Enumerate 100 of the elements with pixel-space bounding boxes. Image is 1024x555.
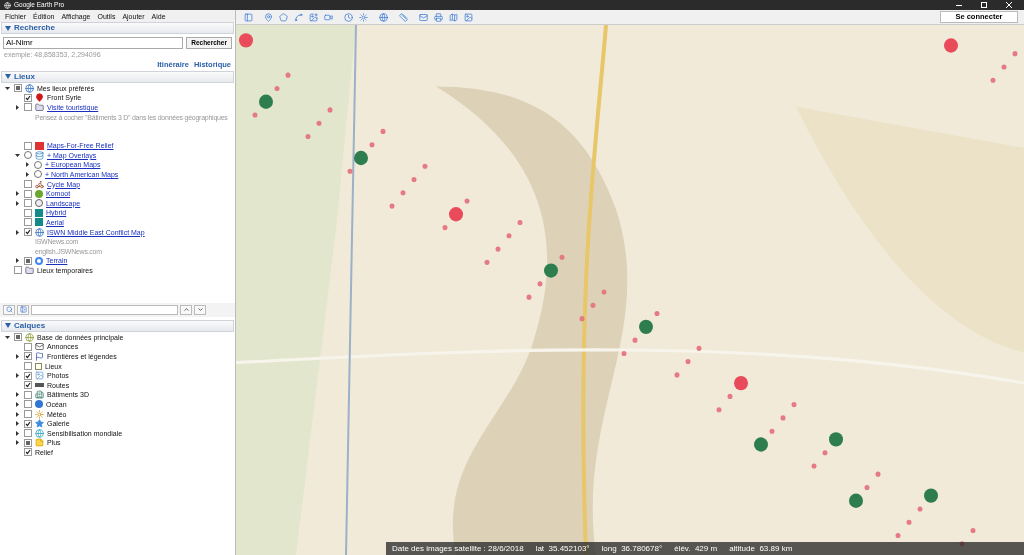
sidebar-toggle-icon[interactable]	[242, 11, 254, 23]
sun-icon[interactable]	[357, 11, 369, 23]
placemark-icon[interactable]	[262, 11, 274, 23]
collapsed-arrow-icon[interactable]	[13, 354, 21, 359]
flag-icon	[35, 352, 44, 361]
search-icon	[5, 306, 13, 313]
move-down-button[interactable]	[194, 304, 206, 315]
collapsed-arrow-icon[interactable]	[13, 105, 21, 110]
layers-icon	[35, 150, 44, 160]
polygon-icon[interactable]	[277, 11, 289, 23]
minimize-icon[interactable]	[956, 4, 962, 6]
relief-icon	[35, 141, 44, 150]
status-text: long 36.780678°	[601, 544, 663, 553]
map-icon[interactable]	[447, 11, 459, 23]
filter-field[interactable]	[31, 304, 178, 315]
radio-button[interactable]	[34, 160, 42, 169]
expanded-arrow-icon[interactable]	[3, 85, 11, 91]
checkbox[interactable]	[24, 438, 32, 447]
checkbox[interactable]	[24, 352, 32, 361]
mail-icon[interactable]	[417, 11, 429, 23]
radio-button[interactable]	[24, 151, 32, 160]
checkbox[interactable]	[24, 93, 32, 102]
status-text: Date des images satellite : 28/6/2018	[392, 544, 524, 553]
expanded-arrow-icon	[5, 25, 11, 31]
collapsed-arrow-icon[interactable]	[13, 373, 21, 379]
collapsed-arrow-icon[interactable]	[13, 392, 21, 398]
collapsed-arrow-icon[interactable]	[13, 258, 21, 264]
star-icon	[35, 419, 44, 429]
checkbox[interactable]	[24, 218, 32, 227]
checkbox[interactable]	[24, 371, 32, 380]
close-icon[interactable]	[1006, 2, 1012, 8]
collapsed-arrow-icon[interactable]	[13, 440, 21, 446]
checkbox[interactable]	[24, 180, 32, 189]
checkbox[interactable]	[24, 189, 32, 198]
expanded-arrow-icon	[5, 74, 11, 79]
globe-icon	[25, 83, 34, 93]
clock-icon[interactable]	[342, 11, 354, 23]
ruler-icon[interactable]	[397, 11, 409, 23]
panel-button[interactable]	[17, 304, 29, 315]
collapsed-arrow-icon[interactable]	[13, 421, 21, 427]
pin-icon	[35, 93, 44, 103]
checkbox[interactable]	[24, 381, 32, 390]
checkbox[interactable]	[24, 228, 32, 236]
globe-icon	[35, 428, 44, 438]
checkbox[interactable]	[24, 199, 32, 208]
collapsed-arrow-icon[interactable]	[13, 401, 21, 407]
checkbox[interactable]	[14, 266, 22, 275]
search-panel-button[interactable]	[3, 304, 15, 315]
collapsed-arrow-icon[interactable]	[23, 171, 31, 177]
checkbox[interactable]	[24, 342, 32, 351]
folder-icon	[35, 103, 44, 112]
checkbox[interactable]	[24, 429, 32, 438]
panel-header[interactable]: Lieux	[1, 70, 234, 83]
checkbox[interactable]	[24, 390, 32, 399]
checkbox[interactable]	[24, 419, 32, 428]
checkbox[interactable]	[24, 448, 32, 457]
globe-icon	[35, 227, 44, 237]
checkbox[interactable]	[24, 400, 32, 409]
panel-icon	[19, 306, 27, 313]
road-icon	[35, 383, 44, 388]
sun-icon	[35, 409, 44, 419]
checkbox[interactable]	[24, 141, 32, 150]
print-icon[interactable]	[432, 11, 444, 23]
checkbox[interactable]	[14, 333, 22, 342]
checkbox[interactable]	[24, 410, 32, 419]
collapsed-arrow-icon[interactable]	[13, 191, 21, 197]
collapsed-arrow-icon[interactable]	[13, 229, 21, 235]
building-icon	[35, 390, 44, 400]
globe-icon	[25, 332, 34, 342]
image-icon[interactable]	[462, 11, 474, 23]
image-overlay-icon[interactable]	[307, 11, 319, 23]
collapsed-arrow-icon[interactable]	[23, 162, 31, 168]
status-text: lat 35.452103°	[535, 544, 590, 553]
expanded-arrow-icon[interactable]	[3, 334, 11, 340]
panel-header[interactable]: Recherche	[1, 22, 234, 34]
app-icon	[4, 1, 11, 9]
search-field[interactable]: Al-Nimr	[3, 37, 184, 49]
panel-header[interactable]: Calques	[1, 319, 234, 332]
collapsed-arrow-icon[interactable]	[13, 200, 21, 206]
checkbox[interactable]	[24, 208, 32, 217]
photo-icon	[35, 371, 44, 381]
expanded-arrow-icon[interactable]	[13, 152, 21, 158]
mail-icon	[35, 342, 44, 352]
status-text: altitude 63.89 km	[729, 544, 793, 553]
move-up-button[interactable]	[180, 304, 192, 315]
checkbox[interactable]	[24, 256, 32, 265]
square-icon	[35, 362, 42, 370]
path-icon[interactable]	[292, 11, 304, 23]
bike-icon	[35, 179, 44, 189]
checkbox[interactable]	[24, 103, 32, 112]
collapsed-arrow-icon[interactable]	[13, 411, 21, 417]
checkbox[interactable]	[14, 84, 22, 93]
status-text: élév. 429 m	[674, 544, 718, 553]
folder-icon	[25, 265, 34, 275]
maximize-icon[interactable]	[981, 2, 987, 8]
radio-button[interactable]	[34, 170, 42, 179]
checkbox[interactable]	[24, 362, 32, 371]
note-icon	[35, 438, 44, 448]
collapsed-arrow-icon[interactable]	[13, 430, 21, 436]
expanded-arrow-icon	[5, 323, 11, 328]
